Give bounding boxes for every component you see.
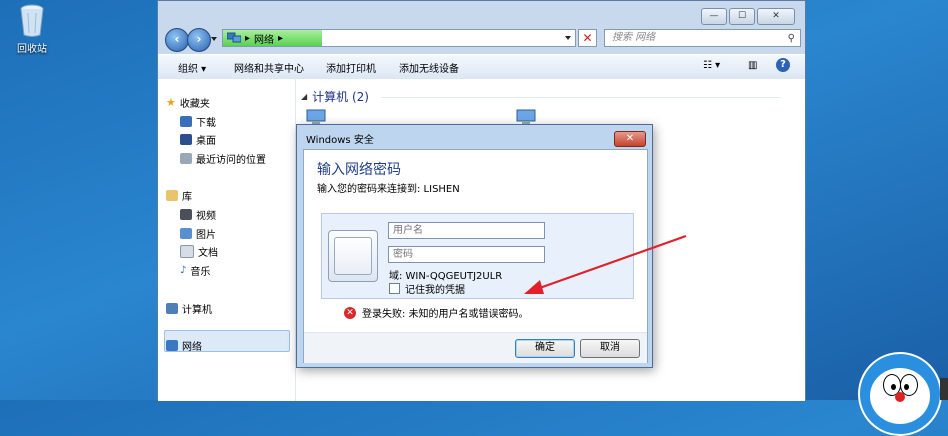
- nav-item-downloads[interactable]: 下载: [180, 114, 216, 129]
- address-dropdown-icon[interactable]: [565, 36, 571, 40]
- music-icon: ♪: [180, 265, 187, 276]
- nav-label: 图片: [196, 230, 216, 241]
- group-header-computer[interactable]: ◢ 计算机 (2): [301, 88, 781, 105]
- nav-label: 库: [182, 192, 192, 203]
- annotation-arrow-icon: [524, 234, 687, 294]
- remember-checkbox[interactable]: [389, 283, 400, 294]
- star-icon: ★: [166, 96, 176, 109]
- nav-label: 桌面: [196, 136, 216, 147]
- ok-button[interactable]: 确定: [515, 339, 575, 358]
- login-error: ✕ 登录失败: 未知的用户名或错误密码。: [344, 305, 529, 320]
- nav-label: 收藏夹: [179, 99, 210, 110]
- caption-buttons: — ☐ ✕: [701, 8, 795, 25]
- back-button[interactable]: ‹: [165, 28, 189, 52]
- forward-button[interactable]: ›: [187, 28, 211, 52]
- breadcrumb-chevron-icon[interactable]: ▸: [278, 33, 283, 44]
- nav-label: 文档: [198, 248, 218, 259]
- nav-label: 最近访问的位置: [196, 155, 266, 166]
- nav-item-favorites[interactable]: ★ 收藏夹: [166, 95, 210, 110]
- dialog-close-button[interactable]: ✕: [614, 131, 646, 147]
- close-window-button[interactable]: ✕: [757, 8, 795, 25]
- maximize-button[interactable]: ☐: [729, 8, 755, 25]
- nav-label: 计算机: [182, 305, 212, 316]
- nav-item-pictures[interactable]: 图片: [180, 226, 216, 241]
- nav-label: 音乐: [190, 267, 211, 278]
- dialog-subtitle: 输入您的密码来连接到: LISHEN: [317, 184, 460, 195]
- add-printer-button[interactable]: 添加打印机: [326, 60, 376, 75]
- desktop-icon: [180, 134, 192, 145]
- network-icon: [226, 32, 242, 46]
- address-bar[interactable]: ▸ 网络 ▸: [222, 29, 576, 47]
- preview-pane-icon[interactable]: ▥: [748, 60, 757, 71]
- search-input[interactable]: 搜索 网络 ⚲: [604, 29, 801, 47]
- libraries-icon: [166, 190, 178, 201]
- search-placeholder: 搜索 网络: [612, 32, 656, 43]
- breadcrumb-separator-icon: ▸: [245, 33, 251, 44]
- remember-label: 记住我的凭据: [405, 285, 465, 296]
- network-sharing-center-button[interactable]: 网络和共享中心: [234, 60, 304, 75]
- nav-item-desktop[interactable]: 桌面: [180, 132, 216, 147]
- cancel-button[interactable]: 取消: [580, 339, 640, 358]
- recent-pages-dropdown-icon[interactable]: [211, 37, 217, 41]
- taskbar-edge: [940, 378, 948, 400]
- breadcrumb-network[interactable]: 网络: [254, 31, 274, 46]
- help-icon[interactable]: ?: [776, 58, 790, 72]
- recycle-bin[interactable]: 回收站: [10, 4, 54, 55]
- group-header-label: 计算机 (2): [312, 90, 369, 104]
- doraemon-avatar-icon: [858, 352, 942, 436]
- search-icon[interactable]: ⚲: [788, 31, 795, 47]
- downloads-folder-icon: [180, 116, 192, 127]
- remember-credentials[interactable]: 记住我的凭据: [389, 281, 465, 296]
- domain-label: 域: WIN-QQGEUTJ2ULR: [389, 271, 503, 282]
- recycle-bin-icon: [19, 4, 45, 38]
- nav-item-videos[interactable]: 视频: [180, 207, 216, 222]
- error-icon: ✕: [344, 306, 356, 319]
- stop-icon[interactable]: ✕: [578, 29, 597, 47]
- nav-label: 视频: [196, 211, 216, 222]
- recent-places-icon: [180, 153, 192, 164]
- pictures-icon: [180, 228, 192, 239]
- nav-item-network[interactable]: 网络: [166, 338, 202, 353]
- nav-item-documents[interactable]: 文档: [180, 244, 218, 259]
- add-wireless-device-button[interactable]: 添加无线设备: [399, 60, 459, 75]
- error-text: 登录失败: 未知的用户名或错误密码。: [362, 309, 529, 320]
- view-options-icon[interactable]: ☷ ▾: [703, 60, 720, 71]
- organize-button[interactable]: 组织 ▾: [178, 60, 206, 75]
- nav-item-computer[interactable]: 计算机: [166, 301, 212, 316]
- minimize-button[interactable]: —: [701, 8, 727, 25]
- network-icon: [166, 340, 178, 351]
- dialog-button-row: 确定 取消: [304, 332, 647, 363]
- nav-item-music[interactable]: ♪ 音乐: [180, 263, 210, 278]
- recycle-bin-label: 回收站: [17, 44, 47, 55]
- user-tile-icon: [328, 230, 378, 282]
- videos-icon: [180, 209, 192, 220]
- nav-item-recent[interactable]: 最近访问的位置: [180, 151, 266, 166]
- collapse-group-icon[interactable]: ◢: [301, 92, 307, 101]
- nav-label: 网络: [182, 342, 202, 353]
- dialog-title: Windows 安全: [306, 135, 374, 146]
- nav-item-libraries[interactable]: 库: [166, 188, 192, 203]
- nav-label: 下载: [196, 118, 216, 129]
- command-bar: 组织 ▾ 网络和共享中心 添加打印机 添加无线设备 ☷ ▾ ▥ ?: [158, 54, 805, 80]
- dialog-heading: 输入网络密码: [317, 162, 401, 178]
- computer-icon: [166, 303, 178, 314]
- documents-icon: [180, 245, 194, 258]
